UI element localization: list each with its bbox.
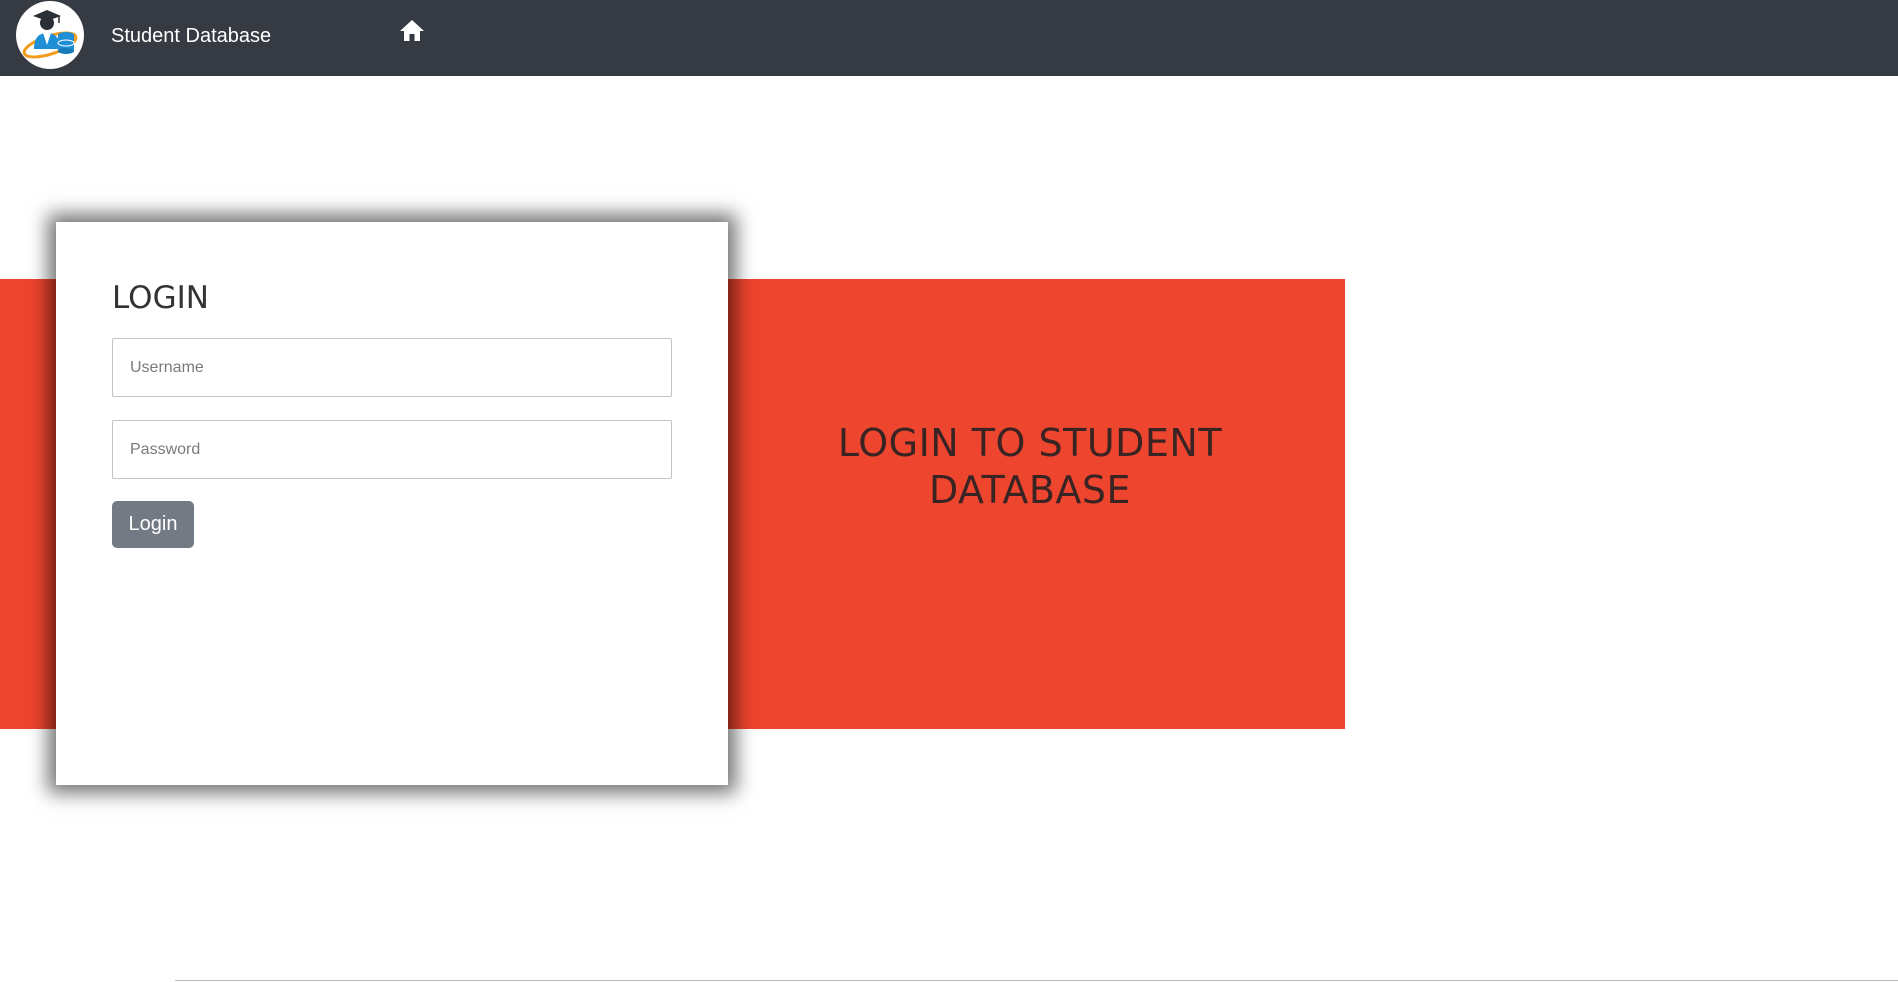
home-icon — [399, 20, 425, 46]
login-button[interactable]: Login — [112, 501, 194, 548]
login-title: LOGIN — [112, 280, 209, 316]
student-database-logo-icon[interactable] — [16, 1, 84, 69]
brand-link[interactable]: Student Database — [111, 24, 271, 48]
username-input[interactable] — [112, 338, 672, 397]
footer-divider — [175, 980, 1898, 981]
login-card: LOGIN Login — [56, 222, 728, 785]
hero-heading: LOGIN TO STUDENT DATABASE — [837, 421, 1223, 512]
password-input[interactable] — [112, 420, 672, 479]
top-navbar: Student Database — [0, 0, 1898, 76]
home-link[interactable] — [399, 18, 429, 46]
